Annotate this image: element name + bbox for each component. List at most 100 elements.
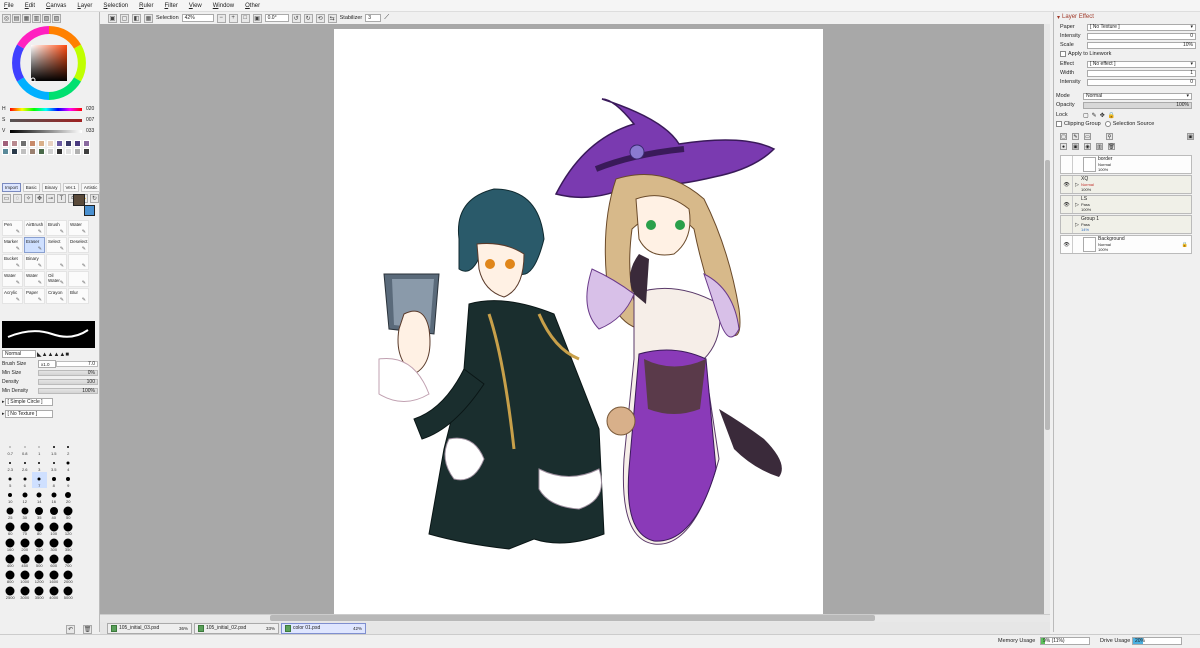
- brush-size-preset[interactable]: 200: [18, 536, 33, 552]
- brush-size-preset[interactable]: 800: [3, 568, 18, 584]
- brush-tool-brush[interactable]: Brush: [46, 220, 67, 236]
- text-icon[interactable]: T: [57, 194, 66, 203]
- color-swatch[interactable]: [74, 140, 81, 147]
- swatch-mode-icon[interactable]: ▥: [32, 14, 41, 23]
- min-density-slider[interactable]: 100%: [38, 388, 98, 394]
- brush-size-preset[interactable]: 0.7: [3, 440, 18, 456]
- brush-size-preset[interactable]: 3.5: [47, 456, 62, 472]
- folder-expand-icon[interactable]: ▷: [1073, 202, 1081, 208]
- color-swatch[interactable]: [56, 140, 63, 147]
- menu-filter[interactable]: Filter: [164, 3, 177, 9]
- rect-select-icon[interactable]: ▭: [2, 194, 11, 203]
- brush-tool-eraser[interactable]: Eraser: [24, 237, 45, 253]
- brush-size-slider[interactable]: 7.0: [56, 361, 98, 367]
- rotate-right-icon[interactable]: ↻: [303, 13, 313, 23]
- brush-tool-empty[interactable]: [68, 271, 89, 287]
- layer-visibility-icon[interactable]: 👁: [1061, 236, 1073, 253]
- color-swatch[interactable]: [29, 140, 36, 147]
- vertical-scroll-thumb[interactable]: [1045, 160, 1050, 430]
- color-swatch[interactable]: [83, 140, 90, 147]
- document-tab[interactable]: 105_initial_02.psd 33%: [194, 622, 279, 634]
- hue-slider[interactable]: [10, 107, 82, 111]
- color-wheel[interactable]: [11, 25, 87, 101]
- color-swatch[interactable]: [2, 140, 9, 147]
- document-tab[interactable]: color 01.psd 42%: [281, 622, 366, 634]
- hsv-slider-mode-icon[interactable]: ▦: [22, 14, 31, 23]
- selection-visible-icon[interactable]: ▦: [144, 13, 153, 23]
- flip-horizontal-icon[interactable]: ⇆: [327, 13, 337, 23]
- brush-size-preset[interactable]: 2.6: [18, 456, 33, 472]
- folder-expand-icon[interactable]: ▷: [1073, 182, 1081, 188]
- new-folder-icon[interactable]: ▭: [1084, 133, 1091, 140]
- brush-size-preset[interactable]: 300: [47, 536, 62, 552]
- brush-size-preset[interactable]: 1: [32, 440, 47, 456]
- layer-row-ls[interactable]: 👁 ▷ LS Pass 100%: [1060, 195, 1192, 214]
- brush-size-preset[interactable]: [76, 536, 91, 552]
- brush-size-preset[interactable]: 4: [61, 456, 76, 472]
- rgb-slider-mode-icon[interactable]: ▤: [12, 14, 21, 23]
- layer-visibility-icon[interactable]: 👁: [1061, 176, 1073, 193]
- tool-tab-import[interactable]: Import: [2, 183, 21, 192]
- brush-tool-pen[interactable]: Pen: [2, 220, 23, 236]
- color-swatch[interactable]: [83, 148, 90, 155]
- zoom-field[interactable]: 42%: [181, 14, 214, 22]
- color-swatch[interactable]: [38, 140, 45, 147]
- color-swatch[interactable]: [2, 148, 9, 155]
- transfer-down-icon[interactable]: ▣: [1072, 143, 1079, 150]
- value-slider[interactable]: [10, 129, 82, 133]
- brush-size-preset[interactable]: 70: [18, 520, 33, 536]
- brush-size-preset[interactable]: 20: [61, 488, 76, 504]
- brush-size-preset[interactable]: 1200: [32, 568, 47, 584]
- brush-size-preset[interactable]: 2.3: [3, 456, 18, 472]
- clear-layer-icon[interactable]: ◉: [1084, 143, 1091, 150]
- document-tab[interactable]: 105_initial_03.psd 36%: [107, 622, 192, 634]
- secondary-color-box[interactable]: [84, 205, 95, 216]
- brush-size-preset[interactable]: 5: [3, 472, 18, 488]
- color-swatch[interactable]: [29, 148, 36, 155]
- brush-size-preset[interactable]: [76, 568, 91, 584]
- pen-stroke-icon[interactable]: ⟋: [384, 14, 389, 22]
- zoom-reset-icon[interactable]: □: [240, 13, 250, 23]
- paper-texture-select[interactable]: [ No Texture ]: [1087, 23, 1196, 31]
- selection-source-checkbox[interactable]: [1104, 121, 1111, 127]
- brush-size-preset[interactable]: 80: [32, 520, 47, 536]
- brush-texture-select[interactable]: [ No Texture ]: [4, 410, 53, 418]
- color-swatch[interactable]: [11, 140, 18, 147]
- min-size-slider[interactable]: 0%: [38, 370, 98, 376]
- brush-size-preset[interactable]: 2000: [61, 568, 76, 584]
- brush-size-preset[interactable]: 400: [3, 552, 18, 568]
- brush-tool-empty[interactable]: [68, 254, 89, 270]
- menu-ruler[interactable]: Ruler: [139, 3, 153, 9]
- stabilizer-select[interactable]: 3: [365, 14, 382, 22]
- scratchpad-mode-icon[interactable]: ▧: [42, 14, 51, 23]
- menu-layer[interactable]: Layer: [77, 3, 92, 9]
- brush-tool-deselect[interactable]: Deselect: [68, 237, 89, 253]
- merge-layers-icon[interactable]: ▥: [1096, 143, 1103, 150]
- menu-edit[interactable]: Edit: [25, 3, 35, 9]
- tool-tab-artistic[interactable]: Artistic: [80, 183, 101, 192]
- brush-size-preset[interactable]: 25: [3, 504, 18, 520]
- brush-size-preset[interactable]: 5000: [61, 584, 76, 600]
- brush-size-preset[interactable]: 2: [61, 440, 76, 456]
- layer-opacity-slider[interactable]: 100%: [1083, 101, 1192, 109]
- folder-expand-icon[interactable]: ▷: [1073, 222, 1081, 228]
- rotate-left-icon[interactable]: ↺: [291, 13, 301, 23]
- brush-size-multiplier[interactable]: x1.0: [38, 360, 56, 368]
- brush-size-preset[interactable]: 50: [61, 504, 76, 520]
- brush-shape-select[interactable]: [ Simple Circle ]: [4, 398, 53, 406]
- tool-tab-binary[interactable]: Binary: [41, 183, 61, 192]
- color-swatch[interactable]: [11, 148, 18, 155]
- layer-visibility-icon[interactable]: [1061, 216, 1073, 233]
- brush-size-preset[interactable]: 9: [61, 472, 76, 488]
- brush-shape-icons[interactable]: ◣▲▲▲▲■: [37, 351, 69, 358]
- canvas-page[interactable]: [334, 29, 823, 614]
- brush-size-preset[interactable]: 120: [61, 520, 76, 536]
- deselect-icon[interactable]: ▢: [120, 13, 129, 23]
- brush-tool-blur[interactable]: Blur: [68, 288, 89, 304]
- brush-size-preset[interactable]: 350: [61, 536, 76, 552]
- color-swatch[interactable]: [56, 148, 63, 155]
- brush-size-preset[interactable]: 30: [18, 504, 33, 520]
- brush-tool-paper[interactable]: Paper: [24, 288, 45, 304]
- brush-size-preset[interactable]: [76, 552, 91, 568]
- brush-size-preset[interactable]: 1600: [47, 568, 62, 584]
